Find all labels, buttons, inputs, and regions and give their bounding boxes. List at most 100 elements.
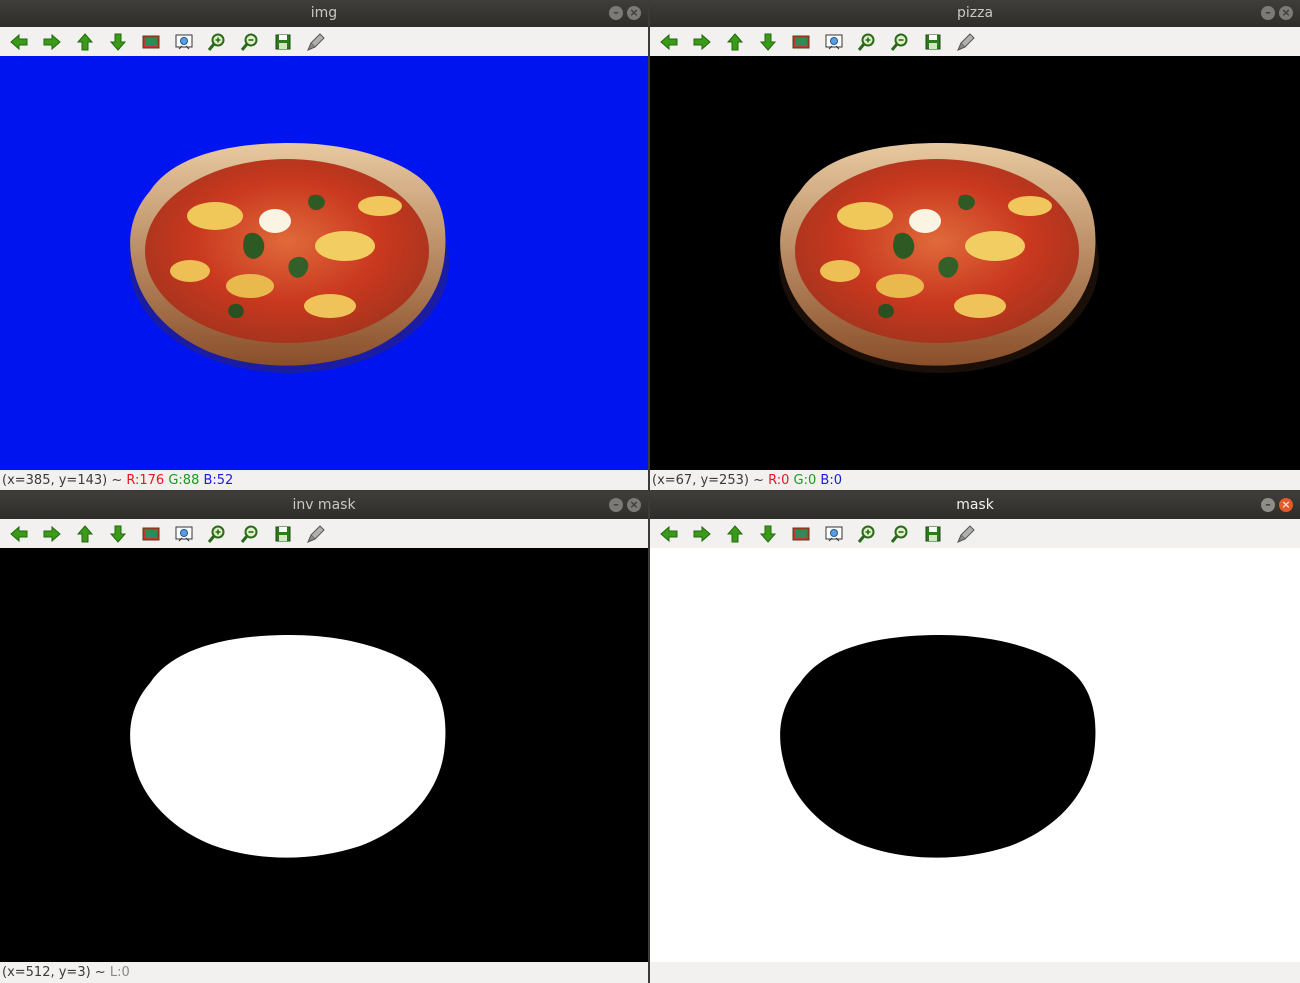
window-titlebar[interactable]: inv mask – × <box>0 492 648 519</box>
image-canvas[interactable] <box>650 56 1300 470</box>
pan-right-icon <box>42 32 62 52</box>
pan-up-button[interactable] <box>72 521 98 547</box>
save-icon <box>273 32 293 52</box>
pan-right-button[interactable] <box>39 521 65 547</box>
save-button[interactable] <box>920 29 946 55</box>
zoom-out-icon <box>890 32 910 52</box>
pizza-image <box>129 142 449 373</box>
pan-left-button[interactable] <box>6 29 32 55</box>
pan-down-button[interactable] <box>105 521 131 547</box>
save-button[interactable] <box>270 521 296 547</box>
pan-left-icon <box>659 524 679 544</box>
status-luma: L:0 <box>109 965 130 980</box>
zoom-fit-button[interactable] <box>821 29 847 55</box>
window-img: img – × (x=385, y=143) ~ R:176 G:88 B:52 <box>0 0 648 490</box>
zoom-fit-button[interactable] <box>821 521 847 547</box>
pan-down-icon <box>108 524 128 544</box>
pan-right-icon <box>42 524 62 544</box>
pan-right-button[interactable] <box>689 29 715 55</box>
pan-left-button[interactable] <box>656 521 682 547</box>
zoom-in-button[interactable] <box>204 29 230 55</box>
zoom-out-icon <box>240 524 260 544</box>
pan-up-icon <box>725 32 745 52</box>
window-pizza: pizza – × (x=67, y=253) ~ R:0 G:0 B:0 <box>650 0 1300 490</box>
close-button[interactable]: × <box>627 498 641 512</box>
status-green: G:0 <box>793 473 817 488</box>
minimize-button[interactable]: – <box>609 6 623 20</box>
mask-image <box>780 634 1096 858</box>
pan-left-button[interactable] <box>6 521 32 547</box>
zoom-fit-icon <box>174 32 194 52</box>
save-icon <box>923 32 943 52</box>
zoom-out-icon <box>240 32 260 52</box>
window-titlebar[interactable]: img – × <box>0 0 648 27</box>
pan-left-button[interactable] <box>656 29 682 55</box>
zoom-out-button[interactable] <box>237 29 263 55</box>
window-title: inv mask <box>292 497 356 513</box>
minimize-button[interactable]: – <box>1261 6 1275 20</box>
save-button[interactable] <box>270 29 296 55</box>
close-button[interactable]: × <box>1279 6 1293 20</box>
window-title: mask <box>956 497 994 513</box>
zoom-in-icon <box>207 524 227 544</box>
zoom-in-button[interactable] <box>854 29 880 55</box>
image-canvas[interactable] <box>0 56 648 470</box>
window-mask: mask – × <box>650 492 1300 983</box>
pan-right-button[interactable] <box>689 521 715 547</box>
minimize-button[interactable]: – <box>609 498 623 512</box>
toolbar <box>0 27 648 57</box>
pan-right-button[interactable] <box>39 29 65 55</box>
zoom-original-button[interactable] <box>138 521 164 547</box>
save-icon <box>923 524 943 544</box>
properties-icon <box>956 32 976 52</box>
zoom-original-button[interactable] <box>138 29 164 55</box>
zoom-original-button[interactable] <box>788 521 814 547</box>
image-canvas[interactable] <box>0 548 648 962</box>
zoom-original-icon <box>791 32 811 52</box>
properties-button[interactable] <box>953 521 979 547</box>
pan-up-icon <box>725 524 745 544</box>
status-red: R:0 <box>768 473 790 488</box>
properties-button[interactable] <box>953 29 979 55</box>
pan-right-icon <box>692 32 712 52</box>
pan-up-button[interactable] <box>722 521 748 547</box>
zoom-fit-button[interactable] <box>171 521 197 547</box>
zoom-fit-button[interactable] <box>171 29 197 55</box>
zoom-fit-icon <box>824 524 844 544</box>
status-red: R:176 <box>126 473 165 488</box>
save-button[interactable] <box>920 521 946 547</box>
minimize-button[interactable]: – <box>1261 498 1275 512</box>
mask-image <box>130 634 446 858</box>
image-canvas[interactable] <box>650 548 1300 962</box>
zoom-fit-icon <box>174 524 194 544</box>
properties-button[interactable] <box>303 29 329 55</box>
status-coords: (x=67, y=253) ~ <box>652 473 769 488</box>
zoom-out-button[interactable] <box>887 521 913 547</box>
properties-icon <box>956 524 976 544</box>
pan-down-button[interactable] <box>755 29 781 55</box>
window-titlebar[interactable]: mask – × <box>650 492 1300 519</box>
status-green: G:88 <box>168 473 200 488</box>
zoom-original-icon <box>141 524 161 544</box>
zoom-out-button[interactable] <box>887 29 913 55</box>
zoom-in-icon <box>857 524 877 544</box>
window-titlebar[interactable]: pizza – × <box>650 0 1300 27</box>
pan-up-button[interactable] <box>72 29 98 55</box>
zoom-fit-icon <box>824 32 844 52</box>
pan-down-icon <box>108 32 128 52</box>
status-bar: (x=67, y=253) ~ R:0 G:0 B:0 <box>650 471 1300 490</box>
save-icon <box>273 524 293 544</box>
zoom-out-button[interactable] <box>237 521 263 547</box>
pan-right-icon <box>692 524 712 544</box>
zoom-original-button[interactable] <box>788 29 814 55</box>
toolbar <box>0 519 648 549</box>
properties-button[interactable] <box>303 521 329 547</box>
pizza-image <box>779 142 1099 373</box>
close-button[interactable]: × <box>627 6 641 20</box>
close-button[interactable]: × <box>1279 498 1293 512</box>
zoom-in-button[interactable] <box>854 521 880 547</box>
pan-up-button[interactable] <box>722 29 748 55</box>
pan-down-button[interactable] <box>755 521 781 547</box>
zoom-in-button[interactable] <box>204 521 230 547</box>
pan-down-button[interactable] <box>105 29 131 55</box>
